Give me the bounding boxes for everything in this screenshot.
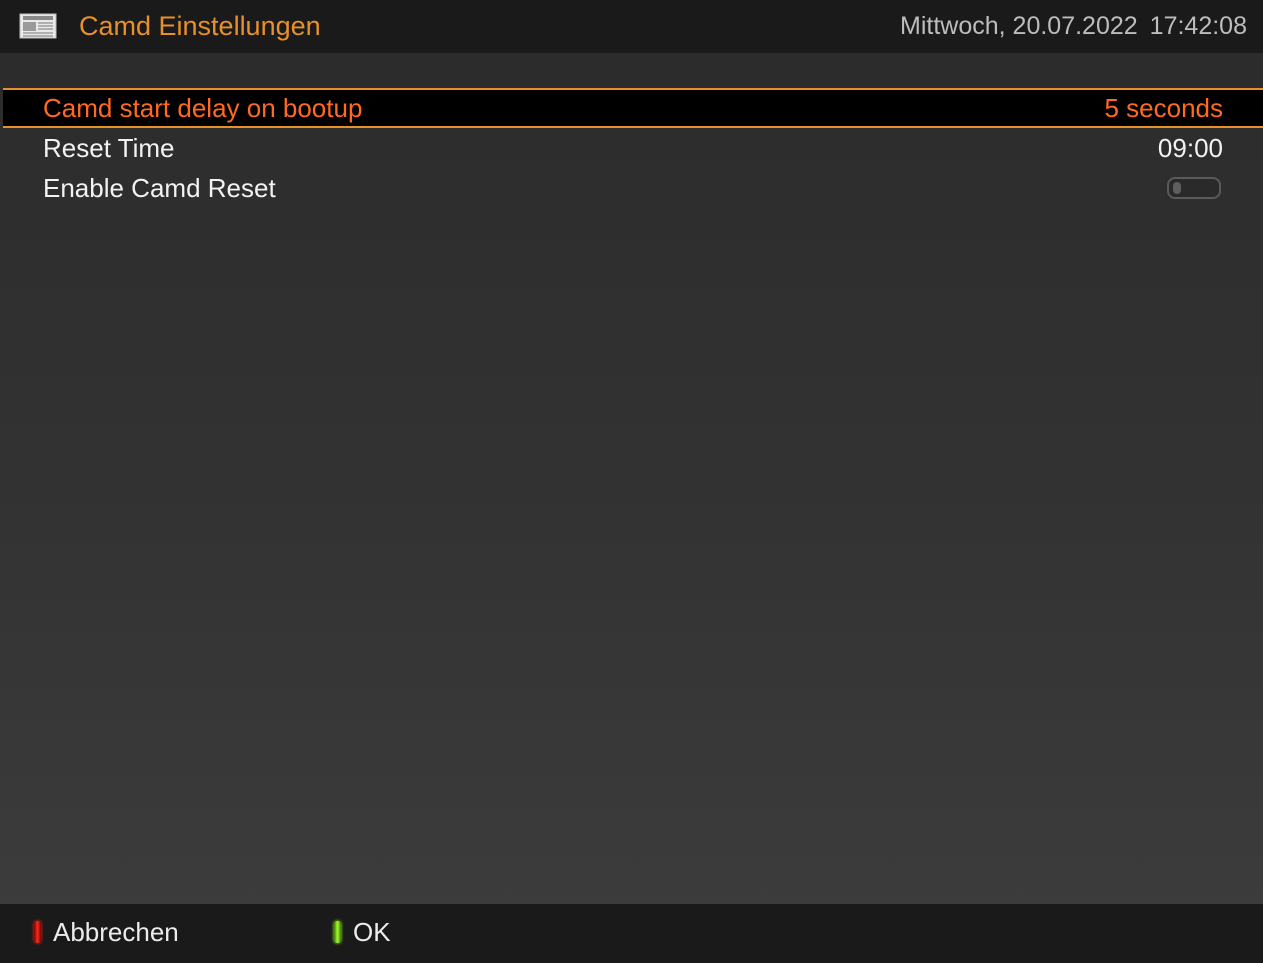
cancel-button[interactable]: Abbrechen <box>0 904 260 963</box>
setting-label: Enable Camd Reset <box>43 173 276 203</box>
page-title: Camd Einstellungen <box>79 11 321 41</box>
toggle-knob <box>1173 182 1181 194</box>
header-datetime: Mittwoch, 20.07.2022 17:42:08 <box>900 9 1247 43</box>
setting-enable-camd-reset[interactable]: Enable Camd Reset <box>0 168 1263 208</box>
newspaper-icon <box>19 12 57 40</box>
red-key-icon <box>34 921 41 943</box>
header-date: Mittwoch, 20.07.2022 <box>900 12 1138 40</box>
setting-label: Reset Time <box>43 133 175 163</box>
footer-bar: Abbrechen OK <box>0 904 1263 963</box>
settings-list: Camd start delay on bootup 5 seconds Res… <box>0 88 1263 208</box>
setting-reset-time[interactable]: Reset Time 09:00 <box>0 128 1263 168</box>
header-time: 17:42:08 <box>1149 12 1247 40</box>
ok-button[interactable]: OK <box>300 904 500 963</box>
setting-value[interactable]: 09:00 <box>1158 128 1223 168</box>
ok-label: OK <box>353 917 391 947</box>
setting-label: Camd start delay on bootup <box>43 93 363 123</box>
setting-value[interactable]: 5 seconds <box>1104 90 1223 126</box>
setting-camd-start-delay[interactable]: Camd start delay on bootup 5 seconds <box>3 88 1263 128</box>
camd-reset-toggle[interactable] <box>1167 177 1221 199</box>
header-bar: Camd Einstellungen Mittwoch, 20.07.2022 1… <box>0 0 1263 53</box>
cancel-label: Abbrechen <box>53 917 179 947</box>
green-key-icon <box>334 921 341 943</box>
